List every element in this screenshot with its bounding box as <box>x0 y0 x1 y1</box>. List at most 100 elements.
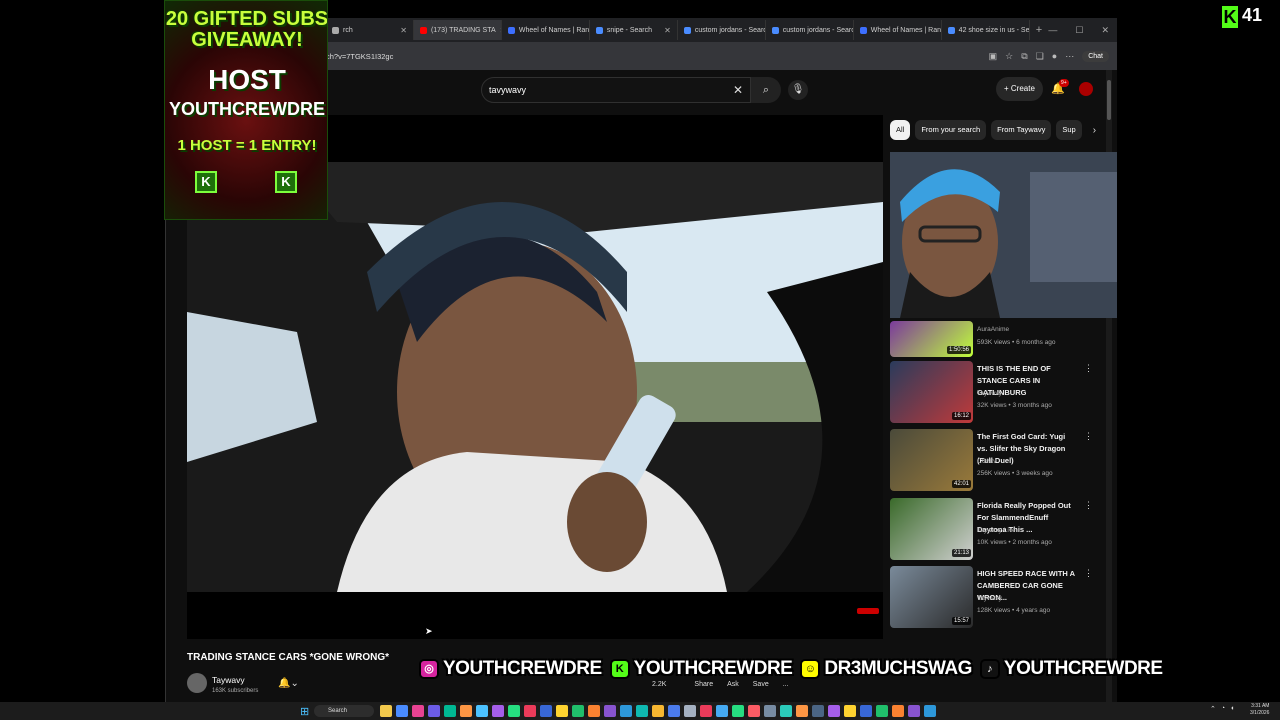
taskbar-app-icon[interactable] <box>876 705 888 717</box>
recommended-video[interactable]: 15:57 HIGH SPEED RACE WITH A CAMBERED CAR… <box>890 566 1100 632</box>
taskbar-app-icon[interactable] <box>700 705 712 717</box>
taskbar-app-icon[interactable] <box>476 705 488 717</box>
filter-chip[interactable]: All <box>890 120 911 140</box>
recommended-video[interactable]: 21:13 Florida Really Popped Out For Slamm… <box>890 498 1100 564</box>
taskbar-search[interactable]: Search <box>314 705 374 717</box>
taskbar-app-icon[interactable] <box>716 705 728 717</box>
taskbar-app-icon[interactable] <box>668 705 680 717</box>
taskbar-app-icon[interactable] <box>556 705 568 717</box>
channel-name[interactable]: AuraAnime <box>977 326 1009 333</box>
search-input[interactable]: tavywavy <box>481 77 751 103</box>
scrollbar-thumb[interactable] <box>1107 80 1111 120</box>
taskbar-app-icon[interactable] <box>652 705 664 717</box>
taskbar-app-icon[interactable] <box>460 705 472 717</box>
taskbar-app-icon[interactable] <box>636 705 648 717</box>
tab-close-icon[interactable]: ✕ <box>400 26 407 35</box>
taskbar-app-icon[interactable] <box>844 705 856 717</box>
channel-avatar[interactable] <box>187 673 207 693</box>
menu-icon[interactable]: ⋯ <box>1065 51 1074 62</box>
taskbar-app-icon[interactable] <box>396 705 408 717</box>
browser-tab[interactable]: Wheel of Names | Rand✕ <box>854 20 942 40</box>
taskbar-app-icon[interactable] <box>540 705 552 717</box>
taskbar-app-icon[interactable] <box>508 705 520 717</box>
split-icon[interactable]: ▣ <box>989 51 998 62</box>
volume-icon[interactable]: ◖ <box>1230 705 1234 713</box>
taskbar-app-icon[interactable] <box>780 705 792 717</box>
maximize-icon[interactable]: ☐ <box>1075 25 1083 36</box>
video-thumbnail[interactable]: 21:13 <box>890 498 973 560</box>
url-text[interactable]: ch?v=7TGKS1I32gc <box>326 52 393 61</box>
video-thumbnail[interactable]: 1:50:56 <box>890 321 973 357</box>
taskbar-app-icon[interactable] <box>684 705 696 717</box>
filter-chip[interactable]: From your search <box>915 120 987 140</box>
more-options-icon[interactable]: ⋮ <box>1084 363 1093 374</box>
chat-button[interactable]: Chat <box>1082 50 1109 62</box>
subscribe-watermark[interactable] <box>857 608 879 614</box>
taskbar-app-icon[interactable] <box>492 705 504 717</box>
collections-icon[interactable]: ❏ <box>1036 51 1044 62</box>
recommended-video[interactable]: 16:12 THIS IS THE END OF STANCE CARS IN G… <box>890 361 1100 427</box>
tray-chevron-icon[interactable]: ⌃ <box>1210 705 1216 713</box>
browser-tab[interactable]: rch ✕ <box>326 20 414 40</box>
more-options-icon[interactable]: ⋮ <box>1084 500 1093 511</box>
browser-tab[interactable]: snipe - Search ✕ <box>590 20 678 40</box>
channel-name[interactable]: Taywavy Live <box>977 527 1016 534</box>
taskbar-app-icon[interactable] <box>764 705 776 717</box>
channel-name[interactable]: Taywavy <box>212 675 245 685</box>
taskbar-app-icon[interactable] <box>412 705 424 717</box>
channel-name[interactable]: Taywavy <box>977 595 1002 602</box>
filter-chip[interactable]: Sup <box>1056 120 1082 140</box>
clear-search-icon[interactable]: ✕ <box>733 83 743 97</box>
search-button[interactable]: ⌕ <box>751 77 781 103</box>
taskbar-app-icon[interactable] <box>428 705 440 717</box>
browser-tab[interactable]: custom jordans - Search✕ <box>678 20 766 40</box>
tab-close-icon[interactable]: ✕ <box>664 26 671 35</box>
close-window-icon[interactable]: ✕ <box>1101 25 1109 36</box>
more-options-icon[interactable]: ⋮ <box>1084 568 1093 579</box>
minimize-icon[interactable]: — <box>1048 25 1057 36</box>
taskbar-app-icon[interactable] <box>444 705 456 717</box>
taskbar-app-icon[interactable] <box>812 705 824 717</box>
more-options-icon[interactable]: ⋮ <box>1084 431 1093 442</box>
video-frame[interactable] <box>187 162 883 592</box>
taskbar-app-icon[interactable] <box>924 705 936 717</box>
taskbar-app-icon[interactable] <box>892 705 904 717</box>
taskbar-app-icon[interactable] <box>860 705 872 717</box>
channel-name[interactable]: Taywavy <box>977 390 1002 397</box>
network-icon[interactable]: ◔ <box>1221 705 1225 713</box>
profile-icon[interactable]: ● <box>1052 51 1057 61</box>
chevron-right-icon[interactable]: › <box>1093 125 1096 136</box>
video-thumbnail[interactable]: 16:12 <box>890 361 973 423</box>
filter-chip[interactable]: From Taywavy <box>991 120 1052 140</box>
taskbar-app-icon[interactable] <box>620 705 632 717</box>
video-duration: 42:01 <box>951 480 971 488</box>
taskbar-app-icon[interactable] <box>588 705 600 717</box>
user-avatar[interactable] <box>1079 82 1093 96</box>
browser-tab[interactable]: 42 shoe size in us - Sea✕ <box>942 20 1030 40</box>
voice-search-button[interactable]: 🎙 <box>788 80 808 100</box>
taskbar-app-icon[interactable] <box>908 705 920 717</box>
favorite-icon[interactable]: ☆ <box>1005 51 1013 62</box>
taskbar-app-icon[interactable] <box>380 705 392 717</box>
browser-tab[interactable]: (173) TRADING STA✕ <box>413 20 502 40</box>
taskbar-app-icon[interactable] <box>828 705 840 717</box>
taskbar-app-icon[interactable] <box>732 705 744 717</box>
recommended-video[interactable]: 42:01 The First God Card: Yugi vs. Slifer… <box>890 429 1100 495</box>
windows-start-icon[interactable]: ⊞ <box>300 705 309 718</box>
taskbar-clock[interactable]: 3:31 AM 3/1/2026 <box>1250 703 1269 717</box>
browser-tab[interactable]: Wheel of Names | Rand✕ <box>502 20 590 40</box>
taskbar-app-icon[interactable] <box>796 705 808 717</box>
extensions-icon[interactable]: ⧉ <box>1021 51 1027 62</box>
video-thumbnail[interactable]: 42:01 <box>890 429 973 491</box>
recommended-video[interactable]: 1:50:56 AuraAnime 593K views • 6 months ag… <box>890 321 1100 357</box>
channel-name[interactable]: CONtv <box>977 458 997 465</box>
new-tab-button[interactable]: + <box>1030 24 1049 36</box>
taskbar-app-icon[interactable] <box>748 705 760 717</box>
taskbar-app-icon[interactable] <box>572 705 584 717</box>
video-thumbnail[interactable]: 15:57 <box>890 566 973 628</box>
taskbar-app-icon[interactable] <box>604 705 616 717</box>
subscription-bell-icon[interactable]: 🔔⌄ <box>278 678 299 689</box>
taskbar-app-icon[interactable] <box>524 705 536 717</box>
browser-tab[interactable]: custom jordans - Search✕ <box>766 20 854 40</box>
create-button[interactable]: + Create <box>996 77 1043 101</box>
